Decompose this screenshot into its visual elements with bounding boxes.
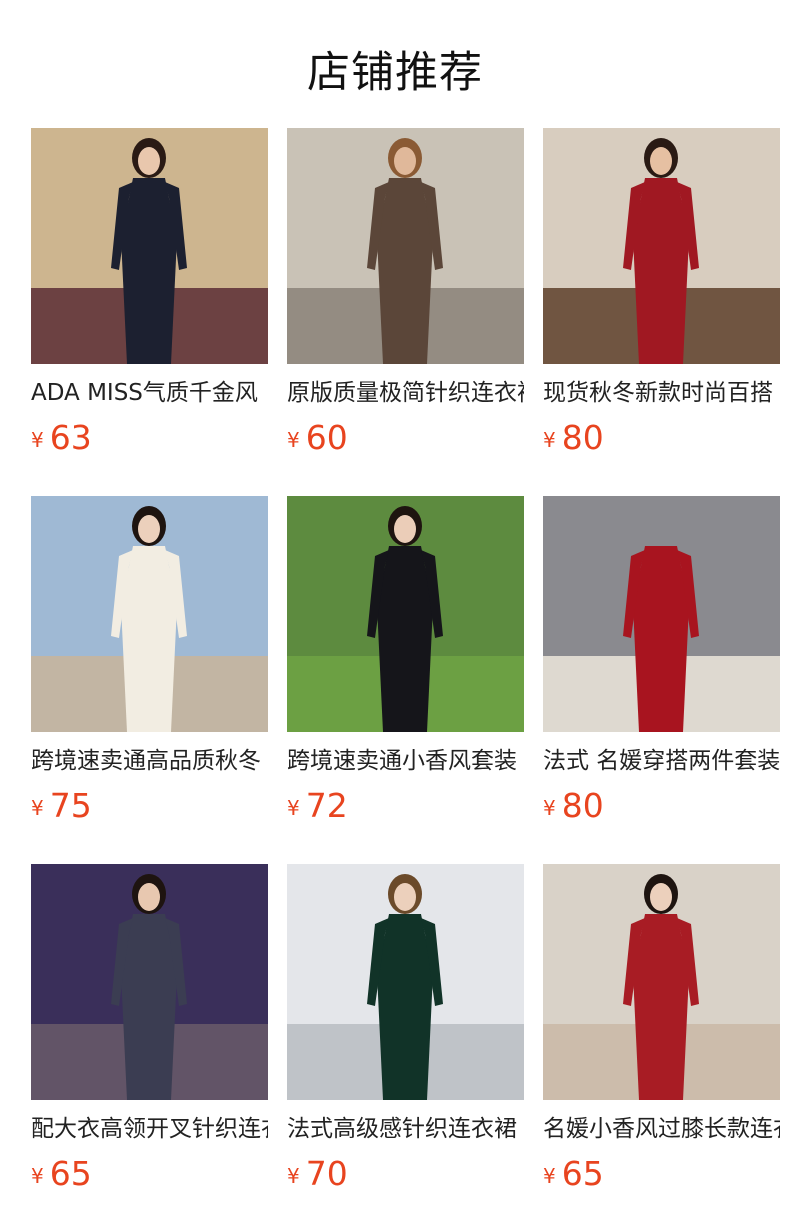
product-price: ¥65 (31, 1154, 92, 1194)
section-title: 店铺推荐 (307, 48, 483, 98)
product-image[interactable] (31, 128, 268, 364)
currency-symbol: ¥ (287, 428, 300, 452)
product-card[interactable]: 原版质量极简针织连衣裙 ¥60 (287, 128, 524, 468)
product-image[interactable] (287, 864, 524, 1100)
product-image[interactable] (31, 496, 268, 732)
price-value: 70 (305, 1154, 348, 1193)
product-image[interactable] (543, 864, 780, 1100)
product-image[interactable] (31, 864, 268, 1100)
product-card[interactable]: 跨境速卖通高品质秋冬 ¥75 (31, 496, 268, 836)
price-value: 65 (49, 1154, 92, 1193)
product-card[interactable]: 跨境速卖通小香风套装 ¥72 (287, 496, 524, 836)
product-card[interactable]: 现货秋冬新款时尚百搭 ¥80 (543, 128, 780, 468)
currency-symbol: ¥ (31, 1164, 44, 1188)
product-name[interactable]: 配大衣高领开叉针织连衣裙 (31, 1112, 268, 1146)
product-image[interactable] (287, 128, 524, 364)
currency-symbol: ¥ (287, 1164, 300, 1188)
currency-symbol: ¥ (31, 796, 44, 820)
product-name[interactable]: 原版质量极简针织连衣裙 (287, 376, 524, 410)
product-price: ¥60 (287, 418, 348, 458)
product-card[interactable]: 配大衣高领开叉针织连衣裙 ¥65 (31, 864, 268, 1204)
price-value: 60 (305, 418, 348, 457)
product-name[interactable]: 跨境速卖通高品质秋冬 (31, 744, 268, 778)
product-price: ¥65 (543, 1154, 604, 1194)
product-name[interactable]: 现货秋冬新款时尚百搭 (543, 376, 780, 410)
price-value: 72 (305, 786, 348, 825)
product-price: ¥72 (287, 786, 348, 826)
product-price: ¥80 (543, 786, 604, 826)
product-card[interactable]: 法式 名媛穿搭两件套装 ¥80 (543, 496, 780, 836)
product-price: ¥63 (31, 418, 92, 458)
product-card[interactable]: ADA MISS气质千金风 ¥63 (31, 128, 268, 468)
price-value: 75 (49, 786, 92, 825)
currency-symbol: ¥ (31, 428, 44, 452)
currency-symbol: ¥ (543, 796, 556, 820)
currency-symbol: ¥ (543, 1164, 556, 1188)
product-name[interactable]: 法式 名媛穿搭两件套装 (543, 744, 780, 778)
currency-symbol: ¥ (543, 428, 556, 452)
price-value: 65 (561, 1154, 604, 1193)
price-value: 80 (561, 786, 604, 825)
product-image[interactable] (543, 496, 780, 732)
product-image[interactable] (287, 496, 524, 732)
product-image[interactable] (543, 128, 780, 364)
product-card[interactable]: 法式高级感针织连衣裙 ¥70 (287, 864, 524, 1204)
product-price: ¥80 (543, 418, 604, 458)
product-name[interactable]: ADA MISS气质千金风 (31, 376, 268, 410)
product-name[interactable]: 法式高级感针织连衣裙 (287, 1112, 524, 1146)
price-value: 80 (561, 418, 604, 457)
product-name[interactable]: 名媛小香风过膝长款连衣裙 (543, 1112, 780, 1146)
product-price: ¥70 (287, 1154, 348, 1194)
currency-symbol: ¥ (287, 796, 300, 820)
product-name[interactable]: 跨境速卖通小香风套装 (287, 744, 524, 778)
price-value: 63 (49, 418, 92, 457)
product-card[interactable]: 名媛小香风过膝长款连衣裙 ¥65 (543, 864, 780, 1204)
product-price: ¥75 (31, 786, 92, 826)
